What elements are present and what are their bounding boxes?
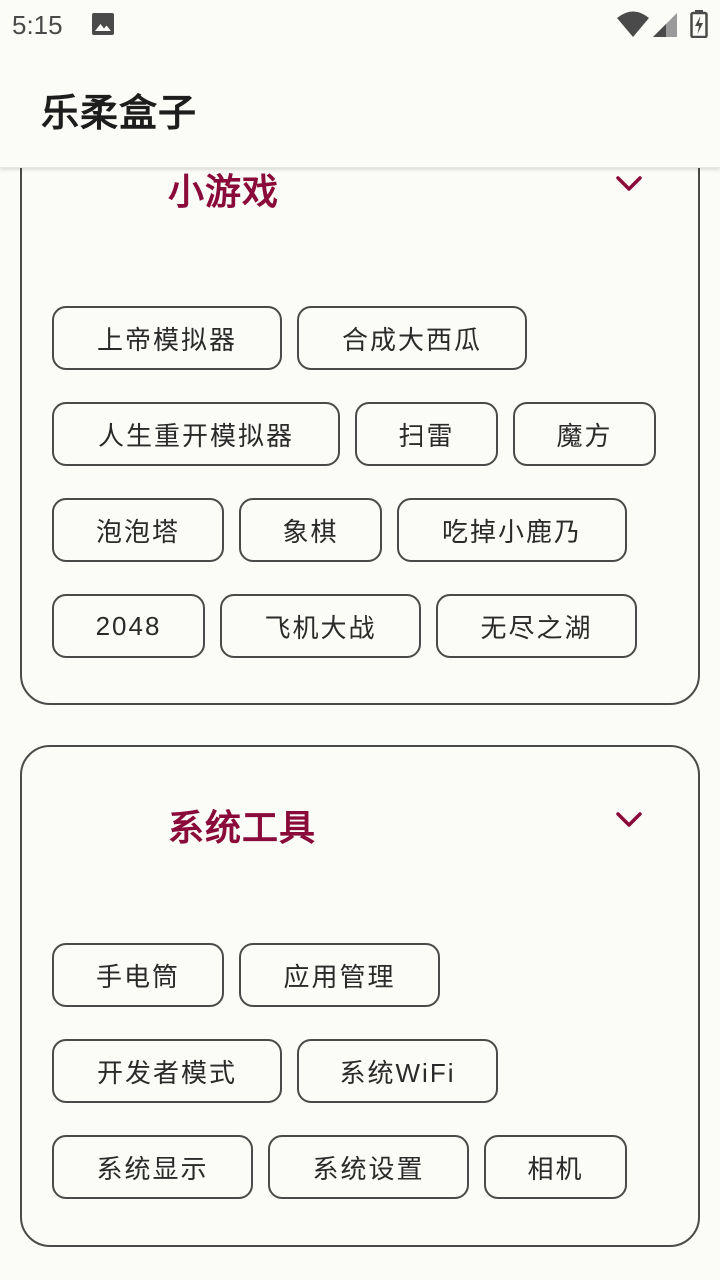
game-chip-god-simulator[interactable]: 上帝模拟器 (52, 306, 282, 370)
status-time: 5:15 (12, 10, 63, 40)
game-chip-life-restart[interactable]: 人生重开模拟器 (52, 402, 340, 466)
wifi-icon (617, 11, 649, 37)
game-chip-minesweeper[interactable]: 扫雷 (355, 402, 498, 466)
app-bar: 乐柔盒子 (0, 52, 720, 168)
game-chip-endless-lake[interactable]: 无尽之湖 (436, 594, 637, 658)
tool-chip-app-management[interactable]: 应用管理 (239, 943, 440, 1007)
tool-chip-system-wifi[interactable]: 系统WiFi (297, 1039, 498, 1103)
signal-icon (653, 13, 677, 37)
game-chip-2048[interactable]: 2048 (52, 594, 205, 658)
game-chip-bubble-tower[interactable]: 泡泡塔 (52, 498, 224, 562)
battery-charging-icon (690, 10, 708, 38)
game-chip-watermelon[interactable]: 合成大西瓜 (297, 306, 527, 370)
tool-chip-developer-mode[interactable]: 开发者模式 (52, 1039, 282, 1103)
tool-chip-system-settings[interactable]: 系统设置 (268, 1135, 469, 1199)
tool-list: 手电筒 应用管理 开发者模式 系统WiFi 系统显示 系统设置 相机 (22, 747, 698, 1245)
tool-chip-flashlight[interactable]: 手电筒 (52, 943, 224, 1007)
section-system-tools: 系统工具 手电筒 应用管理 开发者模式 系统WiFi 系统显示 系统设置 相机 (20, 745, 700, 1247)
game-list: 上帝模拟器 合成大西瓜 人生重开模拟器 扫雷 魔方 泡泡塔 象棋 吃掉小鹿乃 2… (22, 112, 698, 703)
game-chip-eat-deer[interactable]: 吃掉小鹿乃 (397, 498, 627, 562)
image-icon (92, 13, 114, 35)
game-chip-aircraft-battle[interactable]: 飞机大战 (220, 594, 421, 658)
game-chip-chess[interactable]: 象棋 (239, 498, 382, 562)
status-bar: 5:15 (0, 0, 720, 52)
section-games: 小游戏 上帝模拟器 合成大西瓜 人生重开模拟器 扫雷 魔方 泡泡塔 象棋 吃掉小… (20, 110, 700, 705)
app-title: 乐柔盒子 (41, 91, 198, 135)
tool-chip-camera[interactable]: 相机 (484, 1135, 627, 1199)
tool-chip-system-display[interactable]: 系统显示 (52, 1135, 253, 1199)
game-chip-rubiks-cube[interactable]: 魔方 (513, 402, 656, 466)
